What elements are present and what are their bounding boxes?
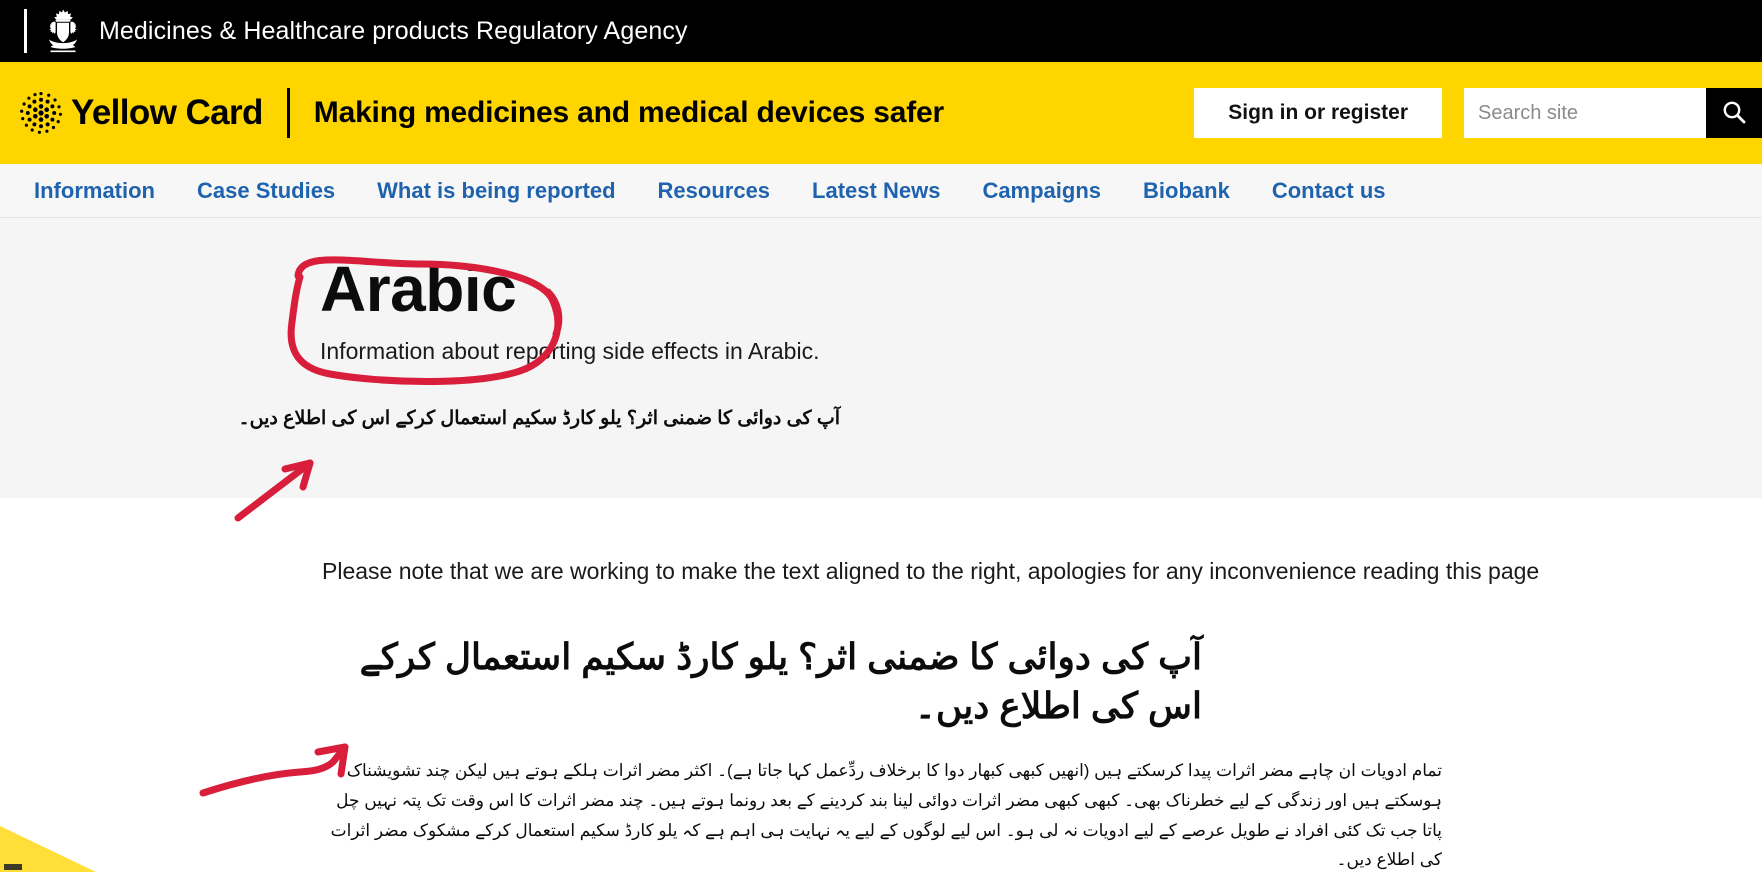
government-header-title: Medicines & Healthcare products Regulato… — [99, 16, 688, 45]
nav-item-contact-us[interactable]: Contact us — [1272, 178, 1386, 204]
magnifier-icon — [1720, 98, 1748, 129]
header-divider-line — [24, 9, 27, 53]
rtl-body-paragraph: تمام ادویات ان چاہے مضر اثرات پیدا کرسکت… — [330, 761, 1442, 870]
nav-item-latest-news[interactable]: Latest News — [812, 178, 940, 204]
alignment-notice: Please note that we are working to make … — [322, 558, 1540, 584]
hero-section: Arabic Information about reporting side … — [0, 218, 1762, 498]
site-search — [1464, 88, 1762, 138]
yellow-corner-tab[interactable] — [0, 820, 100, 872]
corner-tab-mark — [4, 864, 22, 870]
nav-item-biobank[interactable]: Biobank — [1143, 178, 1230, 204]
search-input[interactable] — [1464, 88, 1706, 138]
yellow-card-sunburst-icon — [18, 90, 64, 136]
search-submit-button[interactable] — [1706, 88, 1762, 138]
brand-strapline: Making medicines and medical devices saf… — [313, 96, 945, 129]
yellow-card-logo[interactable]: Yellow Card — [18, 90, 263, 136]
brand-header: Yellow Card Making medicines and medical… — [0, 62, 1762, 164]
government-header-bar: Medicines & Healthcare products Regulato… — [0, 0, 1762, 62]
nav-item-resources[interactable]: Resources — [658, 178, 771, 204]
nav-item-campaigns[interactable]: Campaigns — [982, 178, 1101, 204]
header-actions: Sign in or register — [1194, 62, 1762, 164]
nav-item-information[interactable]: Information — [34, 178, 155, 204]
page-title: Arabic — [320, 253, 517, 325]
sign-in-or-register-button[interactable]: Sign in or register — [1194, 88, 1442, 138]
main-navigation: Information Case Studies What is being r… — [0, 164, 1762, 218]
rtl-section-heading: آپ کی دوائی کا ضمنی اثر؟ یلو کارڈ سکیم ا… — [359, 636, 1202, 726]
nav-item-what-is-being-reported[interactable]: What is being reported — [377, 178, 615, 204]
hero-rtl-tagline: آپ کی دوائی کا ضمنی اثر؟ یلو کارڈ سکیم ا… — [238, 408, 840, 430]
page-subtitle: Information about reporting side effects… — [320, 338, 820, 365]
brand-divider-line — [286, 88, 290, 138]
page-root: Medicines & Healthcare products Regulato… — [0, 0, 1762, 872]
yellow-card-wordmark: Yellow Card — [71, 93, 263, 132]
royal-coat-of-arms-icon — [41, 8, 85, 54]
nav-item-case-studies[interactable]: Case Studies — [197, 178, 335, 204]
main-content: Please note that we are working to make … — [0, 498, 1762, 872]
